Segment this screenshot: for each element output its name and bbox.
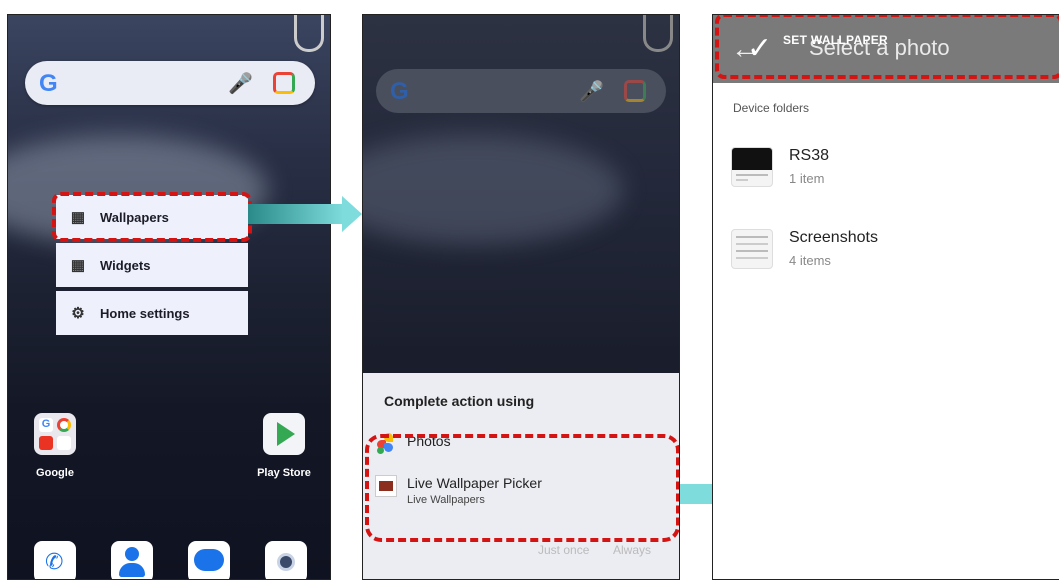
menu-item-widgets[interactable]: ▦ Widgets [56,243,248,287]
menu-item-label: Home settings [100,305,190,321]
google-folder-icon[interactable]: G [34,413,76,455]
widgets-icon: ▦ [70,257,86,274]
folder-item-screenshots[interactable]: Screenshots 4 items [731,229,878,269]
wallpaper-curve [294,15,324,52]
google-logo-icon: G [390,78,409,105]
lens-icon[interactable] [273,72,295,94]
photo-picker-screen: ← ✓ Select a photo SET WALLPAPER Device … [712,14,1059,580]
gear-icon: ⚙ [71,305,85,322]
always-button[interactable]: Always [613,543,651,557]
chooser-screen: G 🎤 Complete action using Photos Live Wa… [362,14,680,580]
folder-name: RS38 [789,147,830,164]
google-search-bar: G 🎤 [376,69,666,113]
contacts-icon[interactable] [111,541,153,579]
phone-icon[interactable]: ✆ [34,541,76,579]
mic-icon: 🎤 [579,81,604,103]
wallpaper-curve [643,15,673,52]
folder-thumbnail [731,147,773,187]
folder-item-rs38[interactable]: RS38 1 item [731,147,829,187]
lens-icon [624,80,646,102]
home-screen: G 🎤 ▦ Wallpapers ▦ Widgets ⚙ Home settin… [7,14,331,580]
folder-name: Screenshots [789,229,878,246]
mic-icon[interactable]: 🎤 [228,71,253,96]
sheet-title: Complete action using [384,393,535,409]
section-header: Device folders [733,101,810,115]
play-store-icon[interactable] [263,413,305,455]
messages-icon[interactable] [188,541,230,579]
flow-arrow-1 [248,196,362,232]
just-once-button[interactable]: Just once [538,543,589,557]
app-label-play-store: Play Store [257,467,311,479]
highlight-frame [365,434,679,542]
folder-thumbnail [731,229,773,269]
folder-count: 1 item [789,171,825,186]
app-label-google: Google [36,467,74,479]
menu-item-home-settings[interactable]: ⚙ Home settings [56,291,248,335]
google-search-bar[interactable]: G 🎤 [25,61,315,105]
camera-icon[interactable] [265,541,307,579]
highlight-frame [52,192,252,242]
folder-count: 4 items [789,253,831,268]
google-logo-icon: G [39,70,58,97]
highlight-frame [715,15,1059,79]
menu-item-label: Widgets [100,257,151,273]
wallpaper-highlight [363,135,623,245]
